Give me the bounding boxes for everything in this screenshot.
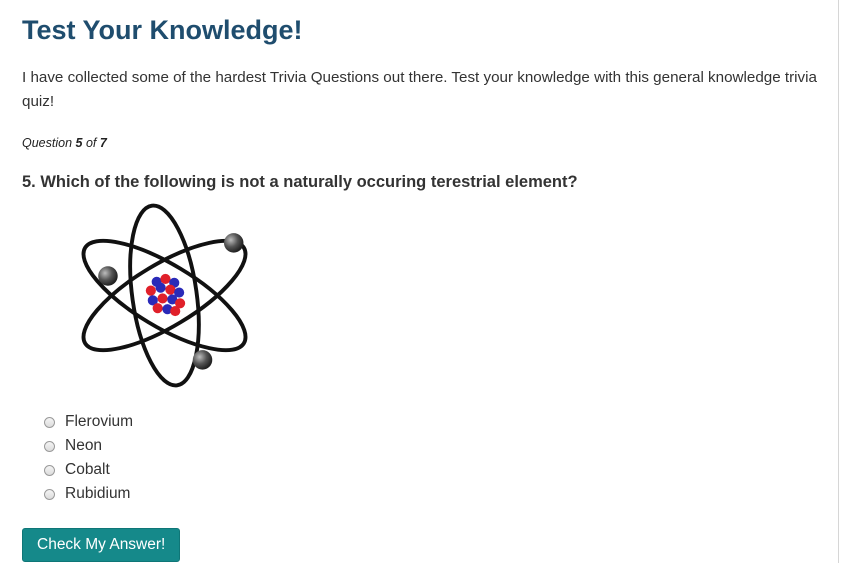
answer-option[interactable]: Flerovium [44, 410, 133, 434]
question-progress: Question 5 of 7 [22, 136, 107, 150]
answer-label[interactable]: Flerovium [65, 413, 133, 431]
answer-label[interactable]: Cobalt [65, 461, 110, 479]
answer-option[interactable]: Neon [44, 434, 133, 458]
progress-separator: of [85, 136, 97, 150]
check-answer-button[interactable]: Check My Answer! [22, 528, 181, 562]
atom-nucleus [141, 272, 188, 319]
answer-label[interactable]: Rubidium [65, 485, 130, 503]
atom-electron [192, 350, 213, 370]
quiz-intro: I have collected some of the hardest Tri… [22, 69, 817, 110]
answer-option[interactable]: Rubidium [44, 482, 133, 506]
atom-electron [223, 233, 244, 253]
answer-option[interactable]: Cobalt [44, 458, 133, 482]
answer-radio[interactable] [44, 440, 55, 452]
answer-radio[interactable] [44, 488, 55, 500]
progress-total: 7 [99, 136, 107, 150]
answer-label[interactable]: Neon [65, 437, 102, 455]
page-border [838, 0, 839, 563]
atom-electron [98, 266, 118, 286]
question-text: 5. Which of the following is not a natur… [22, 173, 578, 191]
answer-options: Flerovium Neon Cobalt Rubidium [44, 410, 133, 506]
answer-radio[interactable] [44, 416, 55, 428]
page-title: Test Your Knowledge! [22, 15, 303, 45]
answer-radio[interactable] [44, 464, 55, 476]
atom-icon [81, 203, 248, 388]
progress-prefix: Question [22, 136, 73, 150]
progress-current: 5 [75, 136, 83, 150]
